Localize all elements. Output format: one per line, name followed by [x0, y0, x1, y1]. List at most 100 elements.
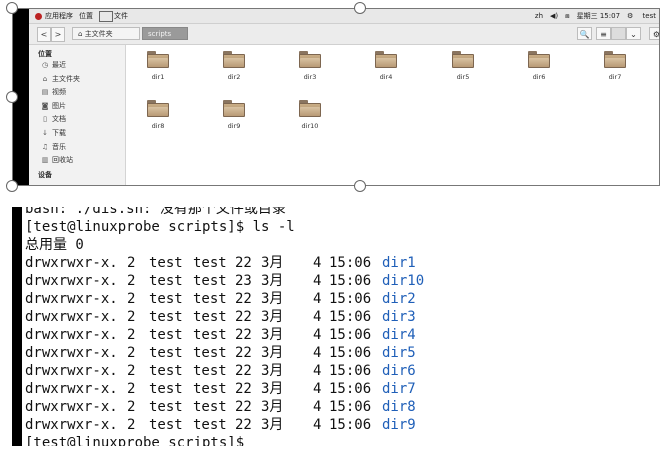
folder-item[interactable]: dir5 [443, 51, 483, 81]
sidebar-item-videos[interactable]: ▤ 视频 [29, 86, 125, 100]
ls-time: 15:06 [329, 273, 372, 289]
ls-size: 22 [235, 345, 252, 361]
terminal-prompt-line: [test@linuxprobe scripts]$ ls -l [25, 219, 295, 235]
folder-icon [375, 51, 397, 68]
ls-size: 23 [235, 273, 252, 289]
ls-row: drwxrwxr-x. 2 test test 22 3月 4 15:06 dir6 [25, 362, 424, 380]
ls-size: 22 [235, 363, 252, 379]
ls-day: 4 [313, 291, 322, 307]
folder-item[interactable]: dir6 [519, 51, 559, 81]
chevron-down-icon[interactable]: ⌄ [626, 27, 641, 40]
gear-icon[interactable]: ⚙ [649, 27, 660, 40]
clock-icon: ◷ [41, 61, 49, 69]
ls-time: 15:06 [329, 381, 372, 397]
ls-month: 3月 [261, 417, 284, 433]
ls-size: 22 [235, 255, 252, 271]
files-menu[interactable]: 文件 [99, 10, 128, 22]
clock[interactable]: 星期三 15:07 [577, 11, 620, 21]
ls-row: drwxrwxr-x. 2 test test 22 3月 4 15:06 dir3 [25, 308, 424, 326]
ls-size: 22 [235, 381, 252, 397]
ls-day: 4 [313, 327, 322, 343]
folder-item[interactable]: dir8 [138, 100, 178, 130]
sidebar-header-places: 位置 [38, 50, 52, 58]
ls-day: 4 [313, 345, 322, 361]
ls-name: dir1 [382, 255, 416, 271]
view-list-icon[interactable]: ≡ [596, 27, 611, 40]
applications-menu[interactable]: 应用程序 [35, 11, 73, 21]
ls-user: test [149, 399, 183, 415]
ls-perm: drwxrwxr-x. [25, 381, 118, 397]
ls-user: test [149, 381, 183, 397]
ls-month: 3月 [261, 291, 284, 307]
ls-links: 2 [127, 417, 136, 433]
ls-name: dir9 [382, 417, 416, 433]
user-menu[interactable]: ⚙ test [627, 12, 656, 20]
ls-perm: drwxrwxr-x. [25, 291, 118, 307]
sidebar-item-trash[interactable]: ▥ 回收站 [29, 154, 125, 168]
back-button[interactable]: < [37, 27, 51, 42]
folder-item[interactable]: dir10 [290, 100, 330, 130]
ls-day: 4 [313, 255, 322, 271]
folder-icon [528, 51, 550, 68]
search-icon[interactable]: 🔍 [577, 27, 592, 40]
ls-perm: drwxrwxr-x. [25, 417, 118, 433]
files-app-icon [99, 10, 113, 22]
folder-item[interactable]: dir9 [214, 100, 254, 130]
folder-item[interactable]: dir3 [290, 51, 330, 81]
ls-time: 15:06 [329, 345, 372, 361]
resize-handle-left[interactable] [6, 91, 18, 103]
ls-day: 4 [313, 363, 322, 379]
ls-row: drwxrwxr-x. 2 test test 22 3月 4 15:06 dir5 [25, 344, 424, 362]
breadcrumb-home[interactable]: ⌂ 主文件夹 [72, 27, 140, 40]
ls-time: 15:06 [329, 255, 372, 271]
ls-name: dir3 [382, 309, 416, 325]
ls-user: test [149, 291, 183, 307]
ls-day: 4 [313, 399, 322, 415]
ls-group: test [193, 345, 227, 361]
resize-handle-bottom[interactable] [354, 180, 366, 192]
fedora-icon [35, 12, 42, 20]
ls-time: 15:06 [329, 417, 372, 433]
folder-item[interactable]: dir1 [138, 51, 178, 81]
ls-size: 22 [235, 417, 252, 433]
folder-item[interactable]: dir4 [366, 51, 406, 81]
network-icon[interactable]: ⧈ [565, 12, 569, 21]
folder-item[interactable]: dir7 [595, 51, 635, 81]
view-toggle-button[interactable] [611, 27, 626, 40]
forward-button[interactable]: > [51, 27, 65, 42]
folder-icon [223, 100, 245, 117]
nautilus-toolbar: < > ⌂ 主文件夹 scripts 🔍 ≡ ⌄ ⚙ [29, 24, 660, 45]
ls-month: 3月 [261, 309, 284, 325]
sidebar-item-home[interactable]: ⌂ 主文件夹 [29, 73, 125, 87]
sidebar-item-music[interactable]: ♫ 音乐 [29, 141, 125, 155]
ls-group: test [193, 273, 227, 289]
ls-size: 22 [235, 291, 252, 307]
sidebar-item-documents[interactable]: ▯ 文档 [29, 113, 125, 127]
resize-handle-bottom-left[interactable] [6, 180, 18, 192]
gnome-top-bar: 应用程序 位置 文件 zh ◀) ⧈ 星期三 15:07 ⚙ test [29, 9, 660, 24]
ls-month: 3月 [261, 363, 284, 379]
resize-handle-top[interactable] [354, 2, 366, 14]
ls-name: dir5 [382, 345, 416, 361]
ls-day: 4 [313, 273, 322, 289]
resize-handle-top-left[interactable] [6, 2, 18, 14]
ls-day: 4 [313, 381, 322, 397]
language-indicator[interactable]: zh [535, 12, 543, 20]
sidebar-item-pictures[interactable]: ◙ 图片 [29, 100, 125, 114]
volume-icon[interactable]: ◀) [550, 12, 558, 20]
ls-group: test [193, 417, 227, 433]
ls-day: 4 [313, 417, 322, 433]
folder-item[interactable]: dir2 [214, 51, 254, 81]
folder-icon [147, 100, 169, 117]
ls-links: 2 [127, 327, 136, 343]
ls-time: 15:06 [329, 327, 372, 343]
ls-row: drwxrwxr-x. 2 test test 22 3月 4 15:06 dir7 [25, 380, 424, 398]
ls-time: 15:06 [329, 291, 372, 307]
ls-output-rows: drwxrwxr-x. 2 test test 22 3月 4 15:06 dir1 drwxrw… [25, 254, 424, 434]
places-menu[interactable]: 位置 [79, 11, 93, 21]
sidebar-item-downloads[interactable]: ↓ 下载 [29, 127, 125, 141]
sidebar-item-recent[interactable]: ◷ 最近 [29, 59, 125, 73]
sidebar: 位置 ◷ 最近 ⌂ 主文件夹 ▤ 视频 ◙ 图片 ▯ 文档 ↓ 下载 ♫ 音乐 ▥ 回收站 设备 [29, 45, 126, 185]
breadcrumb-scripts[interactable]: scripts [142, 27, 188, 40]
trash-icon: ▥ [41, 156, 49, 165]
